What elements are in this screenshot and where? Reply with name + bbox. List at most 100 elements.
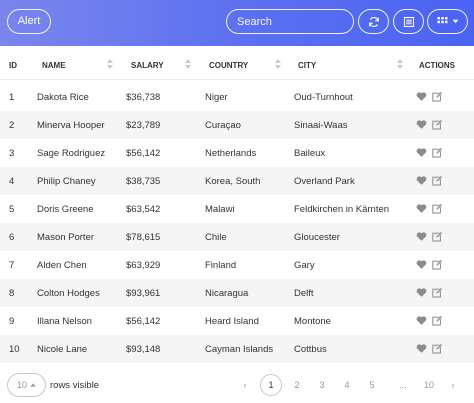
sort-icon[interactable]: [275, 59, 281, 71]
cell-name: Doris Greene: [37, 204, 94, 215]
like-button[interactable]: [416, 119, 427, 130]
caret-down-icon: [452, 19, 458, 24]
column-header-country[interactable]: COUNTRY: [209, 61, 248, 70]
like-button[interactable]: [416, 343, 427, 354]
table-row: 7 Alden Chen $63,929 Finland Gary: [0, 251, 474, 279]
cell-country: Niger: [205, 92, 228, 103]
table-row: 3 Sage Rodriguez $56,142 Netherlands Baileux: [0, 139, 474, 167]
cell-country: Chile: [205, 232, 227, 243]
next-page-button[interactable]: ›: [448, 374, 458, 396]
cell-id: 8: [9, 288, 15, 299]
cell-city: Montone: [294, 316, 331, 327]
cell-country: Netherlands: [205, 148, 257, 159]
edit-icon: [432, 203, 443, 214]
table-row: 1 Dakota Rice $36,738 Niger Oud-Turnhout: [0, 83, 474, 111]
cell-name: Alden Chen: [37, 260, 87, 271]
like-button[interactable]: [416, 231, 427, 242]
cell-salary: $38,735: [126, 176, 161, 187]
heart-icon: [416, 344, 427, 353]
cell-name: Nicole Lane: [37, 344, 88, 355]
rows-visible-label: rows visible: [50, 380, 100, 391]
heart-icon: [416, 316, 427, 325]
cell-city: Cottbus: [294, 344, 327, 355]
cell-salary: $93,148: [126, 344, 161, 355]
cell-id: 6: [9, 232, 15, 243]
like-button[interactable]: [416, 91, 427, 102]
table-row: 10 Nicole Lane $93,148 Cayman Islands Cottbu…: [0, 335, 474, 363]
cell-country: Nicaragua: [205, 288, 249, 299]
edit-button[interactable]: [432, 175, 443, 186]
toolbar: Alert: [0, 0, 474, 46]
edit-icon: [432, 119, 443, 130]
columns-button[interactable]: [393, 9, 424, 34]
cell-city: Sinaai-Waas: [294, 120, 348, 131]
like-button[interactable]: [416, 175, 427, 186]
cell-id: 4: [9, 176, 15, 187]
sort-icon[interactable]: [397, 59, 403, 71]
page-button-1[interactable]: 1: [260, 374, 282, 396]
search-input[interactable]: [226, 9, 354, 34]
page-button-5[interactable]: 5: [361, 374, 383, 396]
cell-salary: $23,789: [126, 120, 161, 131]
cell-country: Cayman Islands: [205, 344, 274, 355]
edit-button[interactable]: [432, 343, 443, 354]
cell-name: Dakota Rice: [37, 92, 89, 103]
prev-page-button[interactable]: ‹: [240, 374, 250, 396]
heart-icon: [416, 288, 427, 297]
heart-icon: [416, 232, 427, 241]
cell-country: Curaçao: [205, 120, 241, 131]
cell-city: Delft: [294, 288, 314, 299]
like-button[interactable]: [416, 147, 427, 158]
cell-id: 9: [9, 316, 15, 327]
column-header-name[interactable]: NAME: [42, 61, 66, 70]
edit-button[interactable]: [432, 91, 443, 102]
page-size-value: 10: [16, 380, 27, 390]
column-header-city[interactable]: CITY: [298, 61, 316, 70]
cell-salary: $93,961: [126, 288, 161, 299]
cell-name: Philip Chaney: [37, 176, 96, 187]
cell-country: Korea, South: [205, 176, 261, 187]
edit-button[interactable]: [432, 259, 443, 270]
export-grid-button[interactable]: [427, 9, 468, 34]
cell-country: Heard Island: [205, 316, 259, 327]
cell-name: Mason Porter: [37, 232, 95, 243]
edit-button[interactable]: [432, 231, 443, 242]
page-button-4[interactable]: 4: [336, 374, 358, 396]
columns-icon: [403, 16, 414, 27]
sort-icon[interactable]: [107, 59, 113, 71]
cell-salary: $36,738: [126, 92, 161, 103]
pagination-ellipsis: ...: [399, 380, 407, 390]
cell-city: Baileux: [294, 148, 326, 159]
refresh-icon: [368, 16, 379, 27]
heart-icon: [416, 204, 427, 213]
edit-icon: [432, 315, 443, 326]
heart-icon: [416, 92, 427, 101]
like-button[interactable]: [416, 315, 427, 326]
refresh-button[interactable]: [358, 9, 389, 34]
page-button-2[interactable]: 2: [286, 374, 308, 396]
cell-country: Finland: [205, 260, 237, 271]
alert-button[interactable]: Alert: [7, 9, 51, 34]
page-button-3[interactable]: 3: [311, 374, 333, 396]
like-button[interactable]: [416, 203, 427, 214]
cell-id: 5: [9, 204, 15, 215]
like-button[interactable]: [416, 259, 427, 270]
column-header-salary[interactable]: SALARY: [131, 61, 164, 70]
edit-button[interactable]: [432, 287, 443, 298]
heart-icon: [416, 176, 427, 185]
cell-city: Feldkirchen in Kärnten: [294, 204, 390, 215]
grid-icon: [437, 17, 447, 24]
cell-city: Gloucester: [294, 232, 340, 243]
page-button-10[interactable]: 10: [418, 374, 440, 396]
edit-button[interactable]: [432, 315, 443, 326]
caret-up-icon: [30, 383, 36, 387]
edit-button[interactable]: [432, 147, 443, 158]
cell-id: 3: [9, 148, 15, 159]
sort-icon[interactable]: [185, 59, 191, 71]
page-size-select[interactable]: 10: [7, 373, 46, 397]
edit-button[interactable]: [432, 119, 443, 130]
like-button[interactable]: [416, 287, 427, 298]
column-header-id[interactable]: ID: [9, 61, 17, 70]
cell-id: 7: [9, 260, 15, 271]
edit-button[interactable]: [432, 203, 443, 214]
